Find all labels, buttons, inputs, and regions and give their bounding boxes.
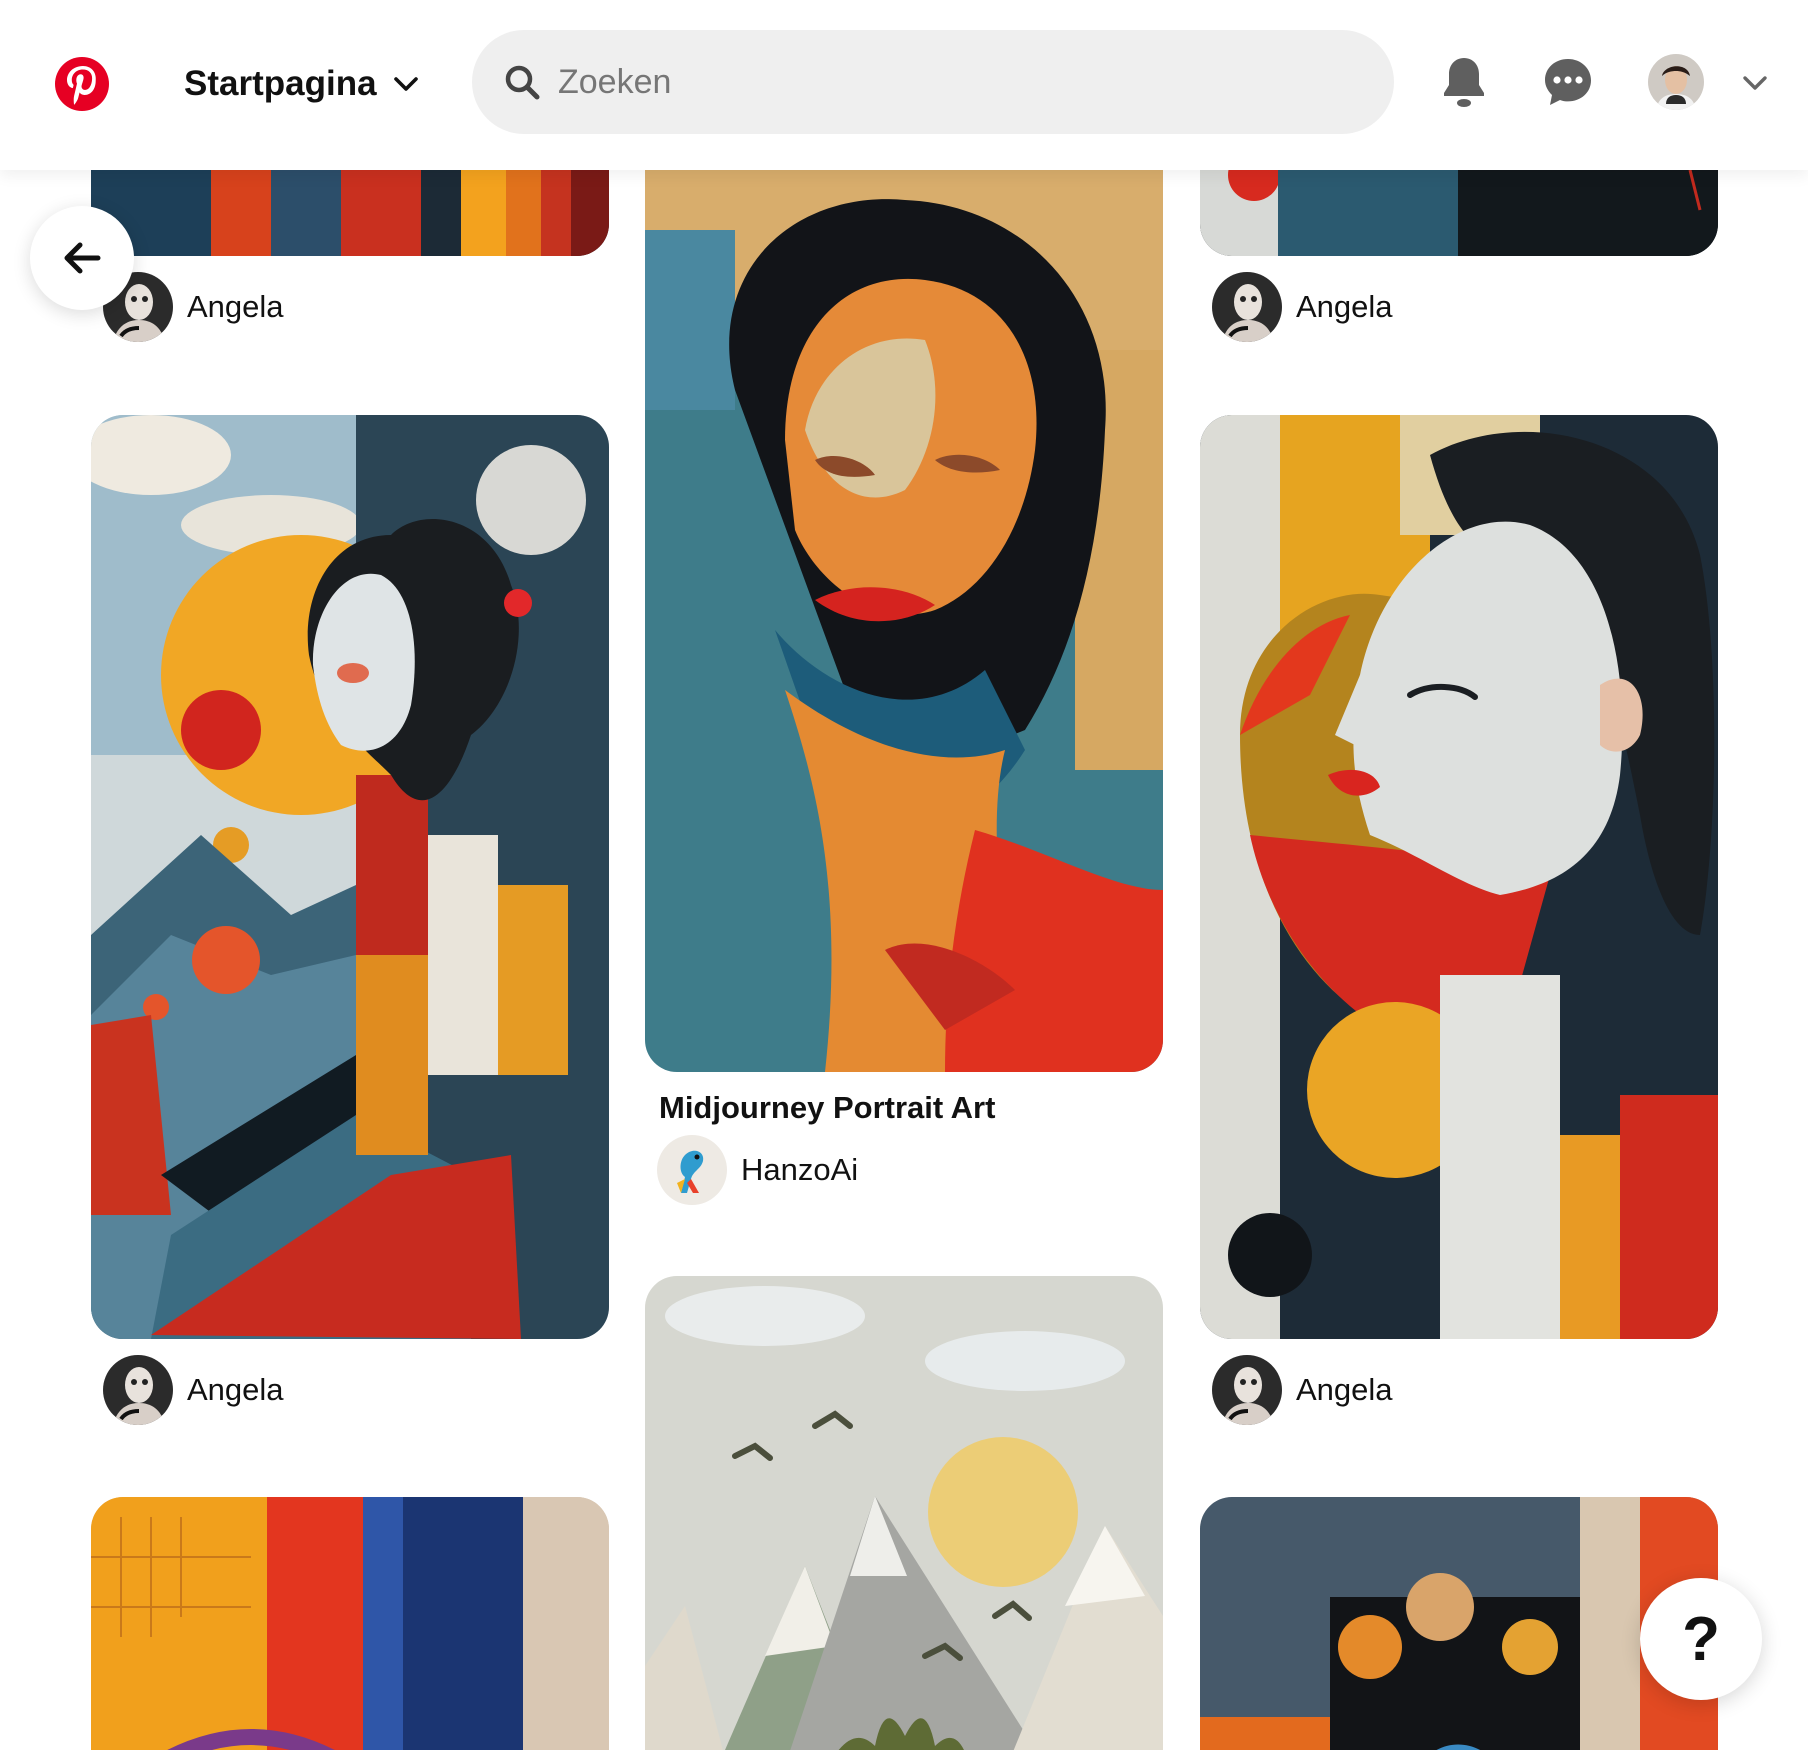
home-dropdown[interactable]: Startpagina: [184, 56, 421, 112]
pin-card[interactable]: [91, 1497, 609, 1750]
author-name[interactable]: HanzoAi: [741, 1152, 858, 1188]
author-name[interactable]: Angela: [1296, 289, 1393, 325]
pin-image[interactable]: [91, 415, 609, 1339]
arrow-left-icon: [64, 242, 101, 274]
pin-title[interactable]: Midjourney Portrait Art: [659, 1090, 995, 1126]
author-name[interactable]: Angela: [187, 1372, 284, 1408]
messages-button[interactable]: [1536, 50, 1600, 114]
account-chevron-icon[interactable]: [1738, 66, 1772, 100]
pin-card[interactable]: [1200, 1497, 1718, 1750]
author-avatar[interactable]: [657, 1135, 727, 1205]
pin-card[interactable]: [645, 1276, 1163, 1750]
pin-card[interactable]: Angela: [91, 415, 609, 1425]
top-nav: Startpagina: [0, 0, 1808, 170]
chevron-down-icon: [393, 77, 418, 91]
pin-image[interactable]: [645, 130, 1163, 1072]
pin-image[interactable]: [645, 1276, 1163, 1750]
chat-icon: [1545, 59, 1591, 105]
question-icon: ?: [1682, 1604, 1720, 1674]
pin-image[interactable]: [1200, 1497, 1718, 1750]
author-name[interactable]: Angela: [1296, 1372, 1393, 1408]
pin-card[interactable]: Midjourney Portrait Art HanzoAi: [645, 130, 1163, 1210]
page: Startpagina Zoeken ? Angela Angela Midjo…: [0, 0, 1808, 1750]
author-avatar[interactable]: [103, 1355, 173, 1425]
home-label: Startpagina: [184, 64, 377, 103]
back-button[interactable]: [30, 206, 134, 310]
search-icon: [505, 65, 540, 100]
pin-card[interactable]: Angela: [1200, 415, 1718, 1425]
pin-image[interactable]: [1200, 415, 1718, 1339]
bell-icon: [1444, 58, 1484, 107]
pin-image[interactable]: [91, 1497, 609, 1750]
pinterest-logo[interactable]: [54, 56, 110, 112]
help-button[interactable]: ?: [1640, 1578, 1762, 1700]
notifications-button[interactable]: [1432, 50, 1496, 114]
author-avatar[interactable]: [1212, 1355, 1282, 1425]
search-bar[interactable]: [472, 30, 1394, 134]
search-input[interactable]: [558, 52, 1358, 112]
author-avatar[interactable]: [1212, 272, 1282, 342]
author-name[interactable]: Angela: [187, 289, 284, 325]
user-avatar[interactable]: [1648, 54, 1704, 110]
